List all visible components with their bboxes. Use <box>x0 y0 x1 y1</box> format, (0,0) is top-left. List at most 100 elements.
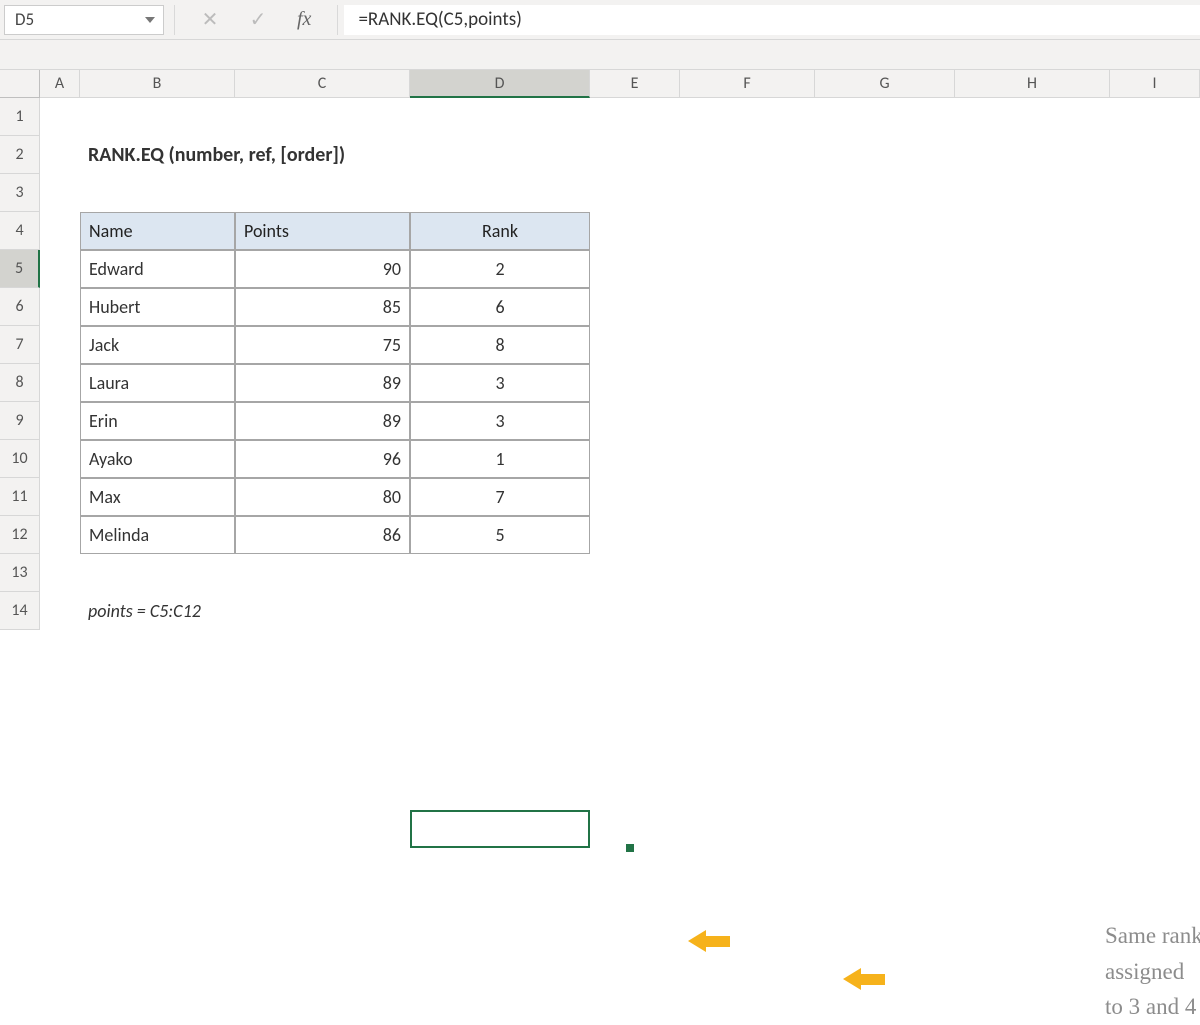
cell-F11[interactable] <box>680 478 815 516</box>
col-header-E[interactable]: E <box>590 70 680 98</box>
cell-I11[interactable] <box>1110 478 1200 516</box>
cell-A7[interactable] <box>40 326 80 364</box>
cell-B1[interactable] <box>80 98 235 136</box>
cell-D4[interactable]: Rank <box>410 212 590 250</box>
row-header-8[interactable]: 8 <box>0 364 40 402</box>
cell-I7[interactable] <box>1110 326 1200 364</box>
row-header-10[interactable]: 10 <box>0 440 40 478</box>
row-header-5[interactable]: 5 <box>0 250 40 288</box>
cell-D3[interactable] <box>410 174 590 212</box>
select-all-corner[interactable] <box>0 70 40 98</box>
cell-A10[interactable] <box>40 440 80 478</box>
cell-C4[interactable]: Points <box>235 212 410 250</box>
name-box[interactable]: D5 <box>4 5 164 35</box>
cell-E7[interactable] <box>590 326 680 364</box>
cell-G14[interactable] <box>815 592 955 630</box>
cell-E9[interactable] <box>590 402 680 440</box>
cell-I12[interactable] <box>1110 516 1200 554</box>
cell-B12[interactable]: Melinda <box>80 516 235 554</box>
cell-I4[interactable] <box>1110 212 1200 250</box>
cell-I2[interactable] <box>1110 136 1200 174</box>
cell-B4[interactable]: Name <box>80 212 235 250</box>
cell-F6[interactable] <box>680 288 815 326</box>
cell-H5[interactable] <box>955 250 1110 288</box>
cell-E12[interactable] <box>590 516 680 554</box>
cell-B5[interactable]: Edward <box>80 250 235 288</box>
cell-F10[interactable] <box>680 440 815 478</box>
cell-A13[interactable] <box>40 554 80 592</box>
cell-B14[interactable]: points = C5:C12 <box>80 592 590 630</box>
cell-C8[interactable]: 89 <box>235 364 410 402</box>
cell-F2[interactable] <box>680 136 815 174</box>
cell-C3[interactable] <box>235 174 410 212</box>
cell-H2[interactable] <box>955 136 1110 174</box>
fx-icon[interactable]: fx <box>297 8 311 31</box>
cell-A5[interactable] <box>40 250 80 288</box>
cell-F14[interactable] <box>680 592 815 630</box>
cell-A9[interactable] <box>40 402 80 440</box>
cell-F12[interactable] <box>680 516 815 554</box>
cell-H9[interactable] <box>955 402 1110 440</box>
cell-C11[interactable]: 80 <box>235 478 410 516</box>
cell-G10[interactable] <box>815 440 955 478</box>
cell-H12[interactable] <box>955 516 1110 554</box>
cell-A11[interactable] <box>40 478 80 516</box>
cell-B2[interactable]: RANK.EQ (number, ref, [order]) <box>80 136 680 174</box>
cell-G12[interactable] <box>815 516 955 554</box>
cell-E13[interactable] <box>590 554 680 592</box>
cell-C5[interactable]: 90 <box>235 250 410 288</box>
cell-F1[interactable] <box>680 98 815 136</box>
cell-B7[interactable]: Jack <box>80 326 235 364</box>
row-header-13[interactable]: 13 <box>0 554 40 592</box>
cell-E5[interactable] <box>590 250 680 288</box>
cell-E11[interactable] <box>590 478 680 516</box>
cell-H7[interactable] <box>955 326 1110 364</box>
col-header-H[interactable]: H <box>955 70 1110 98</box>
row-header-7[interactable]: 7 <box>0 326 40 364</box>
cell-H14[interactable] <box>955 592 1110 630</box>
cell-A12[interactable] <box>40 516 80 554</box>
col-header-A[interactable]: A <box>40 70 80 98</box>
cell-E10[interactable] <box>590 440 680 478</box>
cell-H1[interactable] <box>955 98 1110 136</box>
cell-G4[interactable] <box>815 212 955 250</box>
cell-C13[interactable] <box>235 554 410 592</box>
cell-B10[interactable]: Ayako <box>80 440 235 478</box>
cell-I13[interactable] <box>1110 554 1200 592</box>
col-header-I[interactable]: I <box>1110 70 1200 98</box>
cell-D10[interactable]: 1 <box>410 440 590 478</box>
cell-H8[interactable] <box>955 364 1110 402</box>
cell-D11[interactable]: 7 <box>410 478 590 516</box>
row-header-11[interactable]: 11 <box>0 478 40 516</box>
cell-I5[interactable] <box>1110 250 1200 288</box>
cell-D13[interactable] <box>410 554 590 592</box>
cell-A4[interactable] <box>40 212 80 250</box>
cell-C7[interactable]: 75 <box>235 326 410 364</box>
row-header-14[interactable]: 14 <box>0 592 40 630</box>
cell-G5[interactable] <box>815 250 955 288</box>
cell-D5[interactable]: 2 <box>410 250 590 288</box>
col-header-B[interactable]: B <box>80 70 235 98</box>
cell-F9[interactable] <box>680 402 815 440</box>
cell-A14[interactable] <box>40 592 80 630</box>
cell-G3[interactable] <box>815 174 955 212</box>
cell-H10[interactable] <box>955 440 1110 478</box>
cell-I6[interactable] <box>1110 288 1200 326</box>
cell-H4[interactable] <box>955 212 1110 250</box>
cell-G7[interactable] <box>815 326 955 364</box>
cell-I3[interactable] <box>1110 174 1200 212</box>
cell-I1[interactable] <box>1110 98 1200 136</box>
cancel-icon[interactable]: ✕ <box>201 7 219 32</box>
cell-F7[interactable] <box>680 326 815 364</box>
row-header-6[interactable]: 6 <box>0 288 40 326</box>
cell-G13[interactable] <box>815 554 955 592</box>
col-header-F[interactable]: F <box>680 70 815 98</box>
row-header-3[interactable]: 3 <box>0 174 40 212</box>
cell-B9[interactable]: Erin <box>80 402 235 440</box>
cell-H13[interactable] <box>955 554 1110 592</box>
row-header-2[interactable]: 2 <box>0 136 40 174</box>
cell-E1[interactable] <box>590 98 680 136</box>
cell-D7[interactable]: 8 <box>410 326 590 364</box>
cell-B11[interactable]: Max <box>80 478 235 516</box>
cell-C1[interactable] <box>235 98 410 136</box>
